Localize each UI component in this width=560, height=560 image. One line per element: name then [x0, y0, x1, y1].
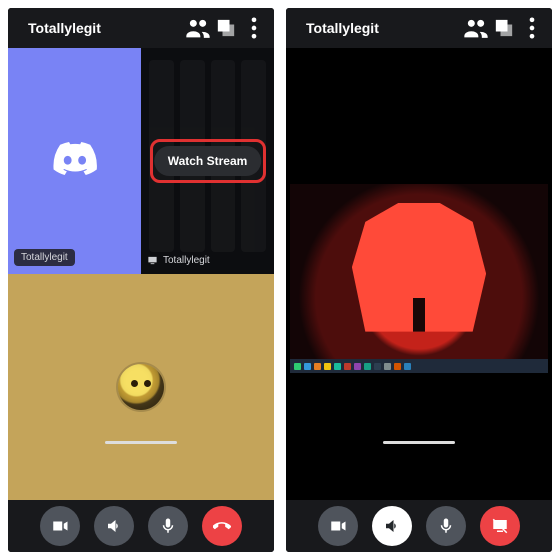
- mic-button[interactable]: [426, 506, 466, 546]
- taskbar-item: [334, 363, 341, 370]
- taskbar-item: [324, 363, 331, 370]
- call-controls: [8, 500, 274, 552]
- channel-title: Totallylegit: [28, 20, 184, 36]
- camera-icon: [329, 517, 347, 535]
- speaker-button-active[interactable]: [372, 506, 412, 546]
- stop-stream-icon: [491, 517, 509, 535]
- camera-icon: [51, 517, 69, 535]
- taskbar-item: [374, 363, 381, 370]
- taskbar-item: [394, 363, 401, 370]
- popout-icon[interactable]: [490, 14, 518, 42]
- taskbar-item: [354, 363, 361, 370]
- stream-body[interactable]: [286, 48, 552, 500]
- speaker-icon: [105, 517, 123, 535]
- call-header: Totallylegit: [8, 8, 274, 48]
- members-icon[interactable]: [184, 14, 212, 42]
- participant-tile-stream[interactable]: Watch Stream Totallylegit: [141, 48, 274, 274]
- phone-left: Totallylegit Totallylegit Watch Stream: [8, 8, 274, 552]
- speaker-icon: [383, 517, 401, 535]
- popout-icon[interactable]: [212, 14, 240, 42]
- stop-stream-button[interactable]: [480, 506, 520, 546]
- mic-icon: [437, 517, 455, 535]
- camera-button[interactable]: [40, 506, 80, 546]
- call-header: Totallylegit: [286, 8, 552, 48]
- leave-call-button[interactable]: [202, 506, 242, 546]
- discord-logo: [53, 137, 97, 186]
- more-icon[interactable]: [240, 14, 268, 42]
- taskbar-item: [344, 363, 351, 370]
- channel-title: Totallylegit: [306, 20, 462, 36]
- members-icon[interactable]: [462, 14, 490, 42]
- participant-tile-self[interactable]: Totallylegit: [8, 48, 141, 274]
- participant-name-chip: Totallylegit: [14, 249, 75, 266]
- leave-call-icon: [213, 517, 231, 535]
- home-indicator: [105, 441, 177, 444]
- screen-share-icon: [147, 255, 158, 266]
- call-body: Totallylegit Watch Stream Totallylegit: [8, 48, 274, 500]
- stream-scene: [352, 203, 486, 332]
- home-indicator: [383, 441, 455, 444]
- taskbar-item: [364, 363, 371, 370]
- mic-icon: [159, 517, 177, 535]
- stream-name-label: Totallylegit: [163, 255, 210, 266]
- taskbar-item: [384, 363, 391, 370]
- avatar: [118, 364, 164, 410]
- phone-right: Totallylegit: [286, 8, 552, 552]
- taskbar-item: [314, 363, 321, 370]
- mic-button[interactable]: [148, 506, 188, 546]
- taskbar-item: [404, 363, 411, 370]
- taskbar-item: [304, 363, 311, 370]
- participant-tile-other[interactable]: [8, 274, 274, 500]
- taskbar-item: [294, 363, 301, 370]
- watch-stream-button[interactable]: Watch Stream: [154, 146, 262, 176]
- stream-name-chip: Totallylegit: [147, 255, 210, 266]
- call-controls: [286, 500, 552, 552]
- stream-video: [290, 184, 548, 374]
- remote-taskbar: [290, 359, 548, 373]
- speaker-button[interactable]: [94, 506, 134, 546]
- camera-button[interactable]: [318, 506, 358, 546]
- more-icon[interactable]: [518, 14, 546, 42]
